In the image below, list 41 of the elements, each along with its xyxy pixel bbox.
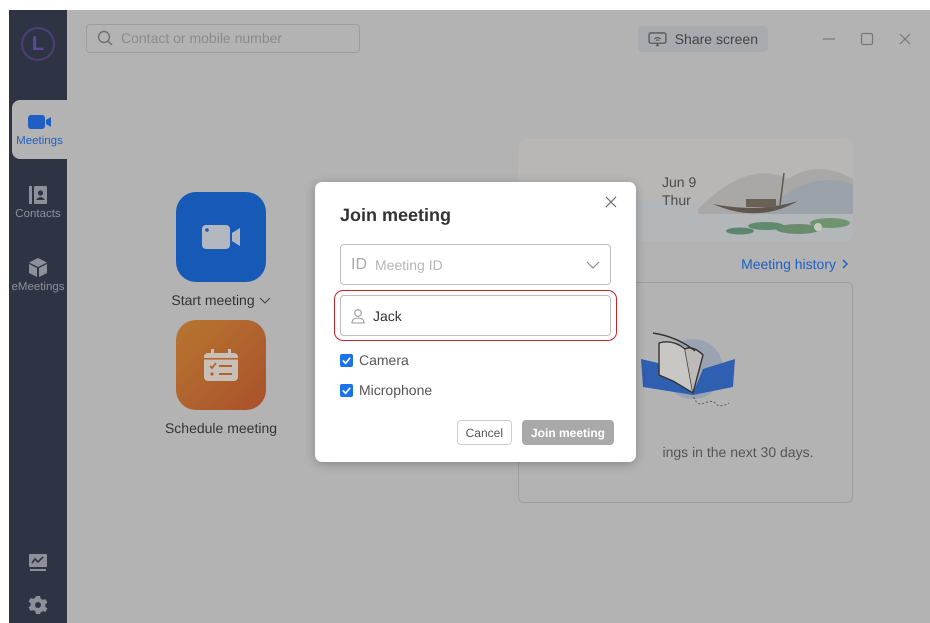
checkbox[interactable] bbox=[340, 354, 353, 366]
empty-message: ings in the next 30 days. bbox=[662, 444, 814, 460]
action-label[interactable]: Schedule meeting bbox=[164, 420, 278, 436]
chevron-right-icon bbox=[842, 259, 849, 269]
monitor-chart-icon[interactable] bbox=[28, 553, 48, 573]
sidebar-item[interactable]: Meetings bbox=[12, 100, 67, 159]
chevron-down-icon[interactable] bbox=[258, 296, 271, 304]
dialog-title: Join meeting bbox=[340, 205, 452, 226]
close-icon[interactable] bbox=[605, 196, 617, 208]
screen-share-icon bbox=[648, 32, 667, 46]
cancel-button[interactable]: Cancel bbox=[456, 420, 512, 445]
share-screen-button[interactable]: Share screen bbox=[638, 26, 768, 52]
checkbox-label: Camera bbox=[359, 352, 409, 368]
schedule-meeting-tile[interactable] bbox=[176, 320, 266, 410]
meeting-id-field[interactable]: ID Meeting ID bbox=[340, 244, 611, 285]
person-icon bbox=[351, 308, 365, 324]
app-logo: L bbox=[21, 27, 55, 61]
meeting-id-placeholder: Meeting ID bbox=[375, 256, 444, 272]
meeting-history-link[interactable]: Meeting history bbox=[741, 256, 849, 272]
calendar-icon bbox=[204, 349, 238, 381]
sidebar-item[interactable]: eMeetings bbox=[9, 246, 67, 305]
settings-icon[interactable] bbox=[28, 595, 48, 615]
sidebar-item[interactable]: Contacts bbox=[9, 173, 67, 232]
start-meeting-tile[interactable] bbox=[176, 192, 266, 282]
id-label: ID bbox=[351, 256, 367, 274]
contact-card-icon bbox=[29, 186, 47, 204]
checkmark-icon bbox=[341, 384, 352, 396]
chevron-down-icon[interactable] bbox=[586, 260, 600, 268]
clock-date: Jun 9 bbox=[662, 173, 696, 191]
checkbox[interactable] bbox=[340, 384, 353, 396]
action-label[interactable]: Start meeting bbox=[171, 292, 255, 308]
checkbox-label: Microphone bbox=[359, 382, 432, 398]
video-camera-icon bbox=[202, 225, 240, 249]
maximize-icon[interactable] bbox=[860, 32, 874, 46]
name-field[interactable]: Jack bbox=[340, 295, 611, 336]
video-camera-icon bbox=[28, 112, 52, 130]
checkmark-icon bbox=[341, 354, 352, 366]
clock-weekday: Thur bbox=[662, 191, 692, 209]
search-icon bbox=[97, 30, 113, 46]
name-value: Jack bbox=[373, 308, 402, 324]
cube-icon bbox=[29, 258, 47, 277]
